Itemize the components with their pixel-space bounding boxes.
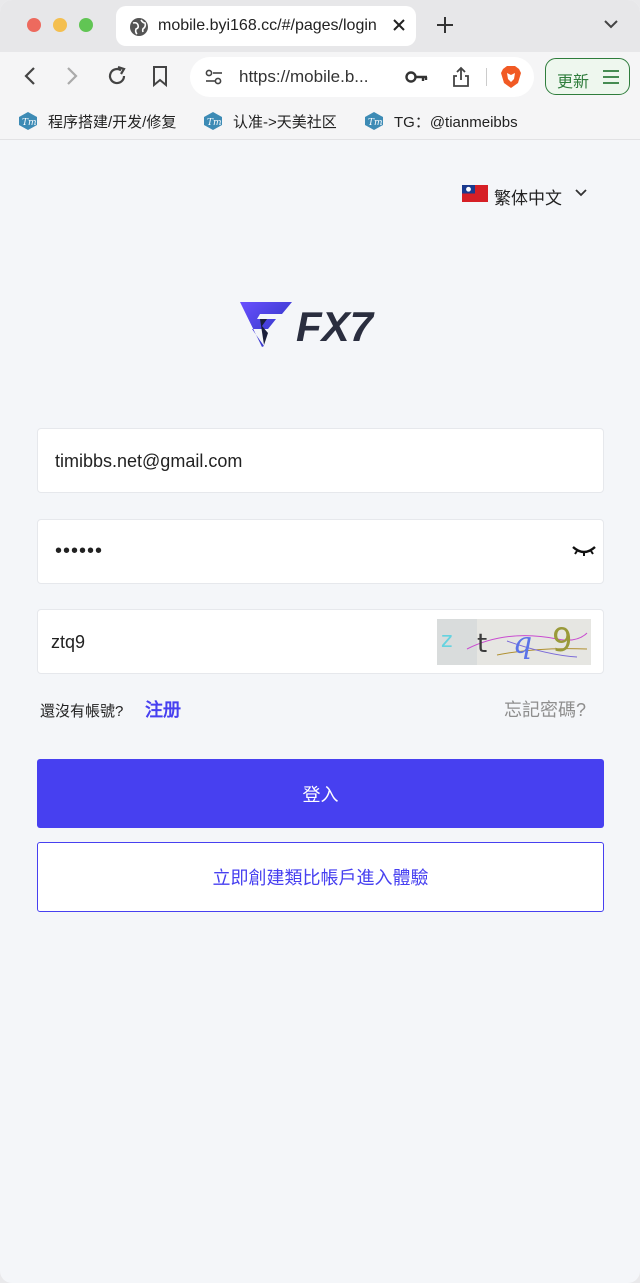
- captcha-value: ztq9: [51, 632, 86, 652]
- password-field[interactable]: ••••••: [37, 519, 604, 584]
- update-label: 更新: [557, 74, 590, 91]
- tm-favicon-icon: Tm: [19, 112, 37, 130]
- bookmark-item[interactable]: Tm 认准->天美社区: [202, 111, 352, 131]
- browser-toolbar: https://mobile.b... 更新: [0, 52, 640, 102]
- login-page: 繁体中文 FX7 timibbs.net@gmail.com •••••• zt…: [6, 144, 634, 1274]
- share-icon[interactable]: [451, 66, 471, 88]
- svg-text:Tm: Tm: [22, 118, 37, 128]
- back-icon[interactable]: [20, 64, 40, 88]
- bookmark-item[interactable]: Tm 程序搭建/开发/修复: [17, 111, 187, 131]
- password-value: ••••••: [55, 540, 104, 562]
- new-tab-icon[interactable]: [434, 14, 456, 36]
- address-bar[interactable]: https://mobile.b...: [190, 57, 534, 97]
- key-icon[interactable]: [405, 68, 429, 86]
- tm-favicon-icon: Tm: [365, 112, 383, 130]
- captcha-image[interactable]: z t q 9: [437, 619, 591, 665]
- email-value: timibbs.net@gmail.com: [55, 451, 243, 471]
- language-label: 繁体中文: [494, 189, 562, 208]
- tab-strip: mobile.byi168.cc/#/pages/login: [0, 0, 640, 52]
- address-separator: [486, 68, 487, 86]
- captcha-field[interactable]: ztq9 z t q 9: [37, 609, 604, 674]
- svg-text:z: z: [441, 628, 453, 653]
- menu-icon: [603, 70, 619, 84]
- svg-text:t: t: [477, 629, 487, 659]
- eye-closed-icon[interactable]: [571, 544, 597, 558]
- bookmark-icon[interactable]: [150, 64, 170, 88]
- tab-title: mobile.byi168.cc/#/pages/login: [158, 17, 377, 34]
- login-button[interactable]: 登入: [37, 759, 604, 828]
- bookmark-label: 认准->天美社区: [233, 114, 337, 131]
- register-link[interactable]: 注册: [145, 696, 181, 722]
- tm-favicon-icon: Tm: [204, 112, 222, 130]
- taiwan-flag-icon: [462, 185, 488, 202]
- minimize-window-button[interactable]: [53, 18, 67, 32]
- svg-text:Tm: Tm: [207, 118, 222, 128]
- close-window-button[interactable]: [27, 18, 41, 32]
- chevron-down-icon[interactable]: [602, 17, 620, 31]
- brave-shield-icon[interactable]: [500, 65, 522, 89]
- no-account-text: 還沒有帳號?: [40, 703, 124, 720]
- svg-text:9: 9: [552, 621, 572, 659]
- bookmark-label: TG：@tianmeibbs: [394, 114, 518, 131]
- email-field[interactable]: timibbs.net@gmail.com: [37, 428, 604, 493]
- chevron-down-icon: [575, 189, 587, 197]
- fx7-logo: FX7: [240, 302, 375, 349]
- logo-text: FX7: [296, 303, 375, 349]
- bookmarks-bar: Tm 程序搭建/开发/修复 Tm 认准->天美社区 Tm TG：@tianmei…: [0, 102, 640, 140]
- close-tab-icon[interactable]: [390, 16, 408, 34]
- svg-text:Tm: Tm: [368, 118, 383, 128]
- language-selector[interactable]: 繁体中文: [460, 174, 606, 212]
- active-tab[interactable]: mobile.byi168.cc/#/pages/login: [116, 6, 416, 46]
- reload-icon[interactable]: [105, 64, 129, 88]
- bookmark-item[interactable]: Tm TG：@tianmeibbs: [363, 111, 533, 131]
- maximize-window-button[interactable]: [79, 18, 93, 32]
- url-text: https://mobile.b...: [239, 67, 369, 86]
- bookmark-label: 程序搭建/开发/修复: [48, 114, 177, 131]
- globe-icon: [130, 18, 148, 36]
- forgot-password-link[interactable]: 忘記密碼?: [504, 696, 586, 722]
- forward-icon[interactable]: [62, 64, 82, 88]
- demo-account-button[interactable]: 立即創建類比帳戶進入體驗: [37, 842, 604, 912]
- update-button[interactable]: 更新: [545, 58, 630, 95]
- svg-text:q: q: [513, 626, 532, 661]
- site-settings-icon[interactable]: [204, 68, 224, 86]
- browser-window: mobile.byi168.cc/#/pages/login https://m…: [0, 0, 640, 1283]
